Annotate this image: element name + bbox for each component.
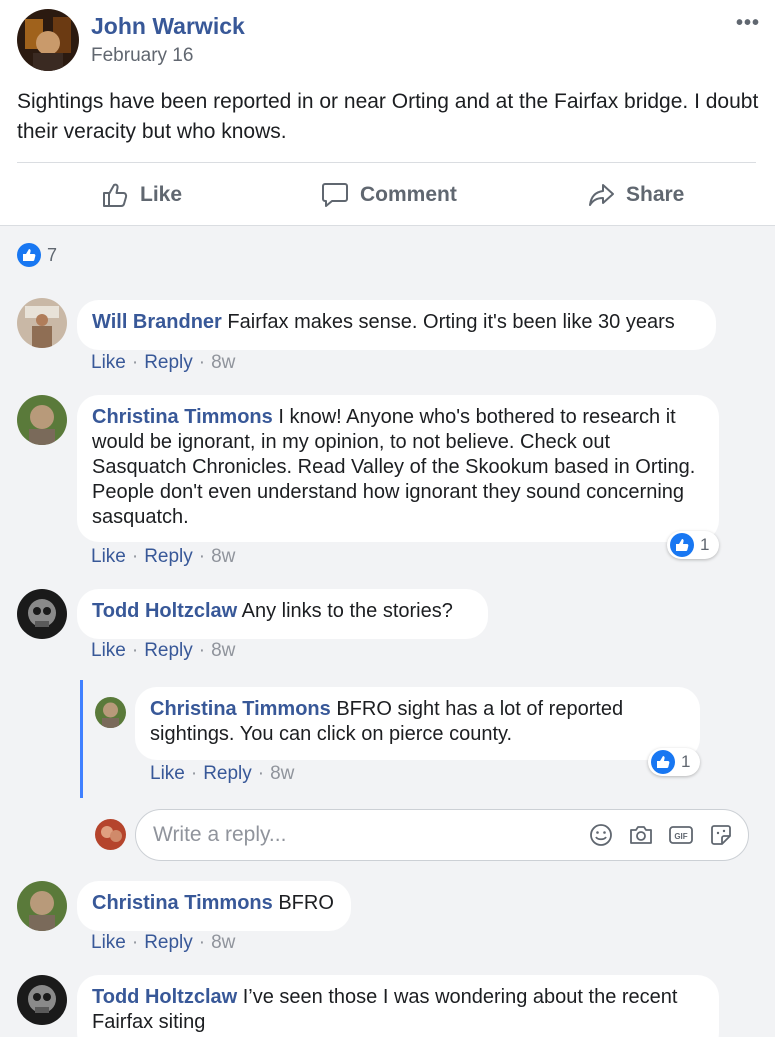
separator: · [198,640,206,661]
comment-text: Any links to the stories? [241,600,453,622]
reply-bubble: Christina Timmons BFRO sight has a lot o… [135,687,700,760]
separator: · [131,352,139,373]
reply-reply-link[interactable]: Reply [203,763,252,785]
comment-time[interactable]: 8w [211,352,235,374]
comment-reply-link[interactable]: Reply [144,932,193,954]
reply-author[interactable]: Christina Timmons [150,698,331,720]
comment-reply-link[interactable]: Reply [144,546,193,568]
comment-actions: Like · Reply · 8w [91,640,235,662]
share-arrow-icon [589,184,614,206]
comment-bubble: Will Brandner Fairfax makes sense. Ortin… [77,300,716,350]
commenter-avatar[interactable] [17,298,67,348]
svg-text:GIF: GIF [674,832,687,841]
post-text: Sightings have been reported in or near … [17,90,759,143]
separator: · [198,546,206,567]
reply-reaction-pill[interactable]: 1 [648,748,701,776]
comment-text: BFRO [278,892,334,914]
comment-like-link[interactable]: Like [91,640,126,662]
reaction-summary[interactable]: 7 [17,243,57,267]
camera-icon[interactable] [628,822,654,848]
comment-actions: Like · Reply · 8w [91,546,235,568]
separator: · [131,640,139,661]
comment-actions: Like · Reply · 8w [91,932,235,954]
comment-text: Fairfax makes sense. Orting it's been li… [227,311,675,333]
reply-avatar[interactable] [95,697,126,728]
comment-reply-link[interactable]: Reply [144,640,193,662]
comment-time[interactable]: 8w [211,546,235,568]
separator: · [131,546,139,567]
comment-like-link[interactable]: Like [91,932,126,954]
comment-bubble: Christina Timmons I know! Anyone who's b… [77,395,719,542]
comment-author[interactable]: Todd Holtzclaw [92,986,237,1008]
sticker-icon[interactable] [708,822,734,848]
comment-author[interactable]: Todd Holtzclaw [92,600,237,622]
comment-author[interactable]: Christina Timmons [92,406,273,428]
like-button[interactable]: Like [100,175,182,215]
commenter-avatar[interactable] [17,395,67,445]
share-button[interactable]: Share [586,175,684,215]
comment-bubble-icon [322,183,348,207]
commenter-avatar[interactable] [17,881,67,931]
separator: · [198,932,206,953]
comment-like-link[interactable]: Like [91,546,126,568]
reply-like-link[interactable]: Like [150,763,185,785]
divider [17,162,756,163]
share-button-label: Share [626,183,685,206]
comment-bubble: Todd Holtzclaw I’ve seen those I was won… [77,975,719,1055]
comment-reaction-pill[interactable]: 1 [667,531,720,559]
like-reaction-icon [651,750,675,774]
comment-author[interactable]: Will Brandner [92,311,222,333]
comment-bubble: Christina Timmons BFRO [77,881,351,931]
separator: · [257,763,265,784]
more-options-icon[interactable]: ••• [736,12,760,35]
separator: · [190,763,198,784]
reply-reaction-count: 1 [681,752,691,771]
reply-input-placeholder: Write a reply... [153,823,287,846]
post-date[interactable]: February 16 [91,45,193,67]
reply-input[interactable]: Write a reply... GIF [135,809,749,861]
comment-reaction-count: 1 [700,535,710,554]
comment-reply-link[interactable]: Reply [144,352,193,374]
like-button-label: Like [140,183,183,206]
commenter-avatar[interactable] [17,975,67,1025]
commenter-avatar[interactable] [17,589,67,639]
comment-button-label: Comment [360,183,457,206]
reaction-count: 7 [47,244,58,265]
current-user-avatar [95,819,126,850]
reply-input-tools: GIF [588,822,734,848]
comment-author[interactable]: Christina Timmons [92,892,273,914]
like-reaction-icon [17,243,41,267]
comment-like-link[interactable]: Like [91,352,126,374]
reply-actions: Like · Reply · 8w [150,763,294,785]
separator: · [131,932,139,953]
separator: · [198,352,206,373]
emoji-icon[interactable] [588,822,614,848]
thumbs-up-icon [103,183,128,207]
like-reaction-icon [670,533,694,557]
reply-thread-line [80,680,83,798]
post-author-avatar[interactable] [17,9,79,71]
reply-time[interactable]: 8w [270,763,294,785]
post-author-name[interactable]: John Warwick [91,13,245,40]
comment-time[interactable]: 8w [211,640,235,662]
gif-icon[interactable]: GIF [668,822,694,848]
comment-button[interactable]: Comment [320,175,457,215]
comment-time[interactable]: 8w [211,932,235,954]
comment-bubble: Todd Holtzclaw Any links to the stories? [77,589,488,639]
comment-actions: Like · Reply · 8w [91,352,235,374]
